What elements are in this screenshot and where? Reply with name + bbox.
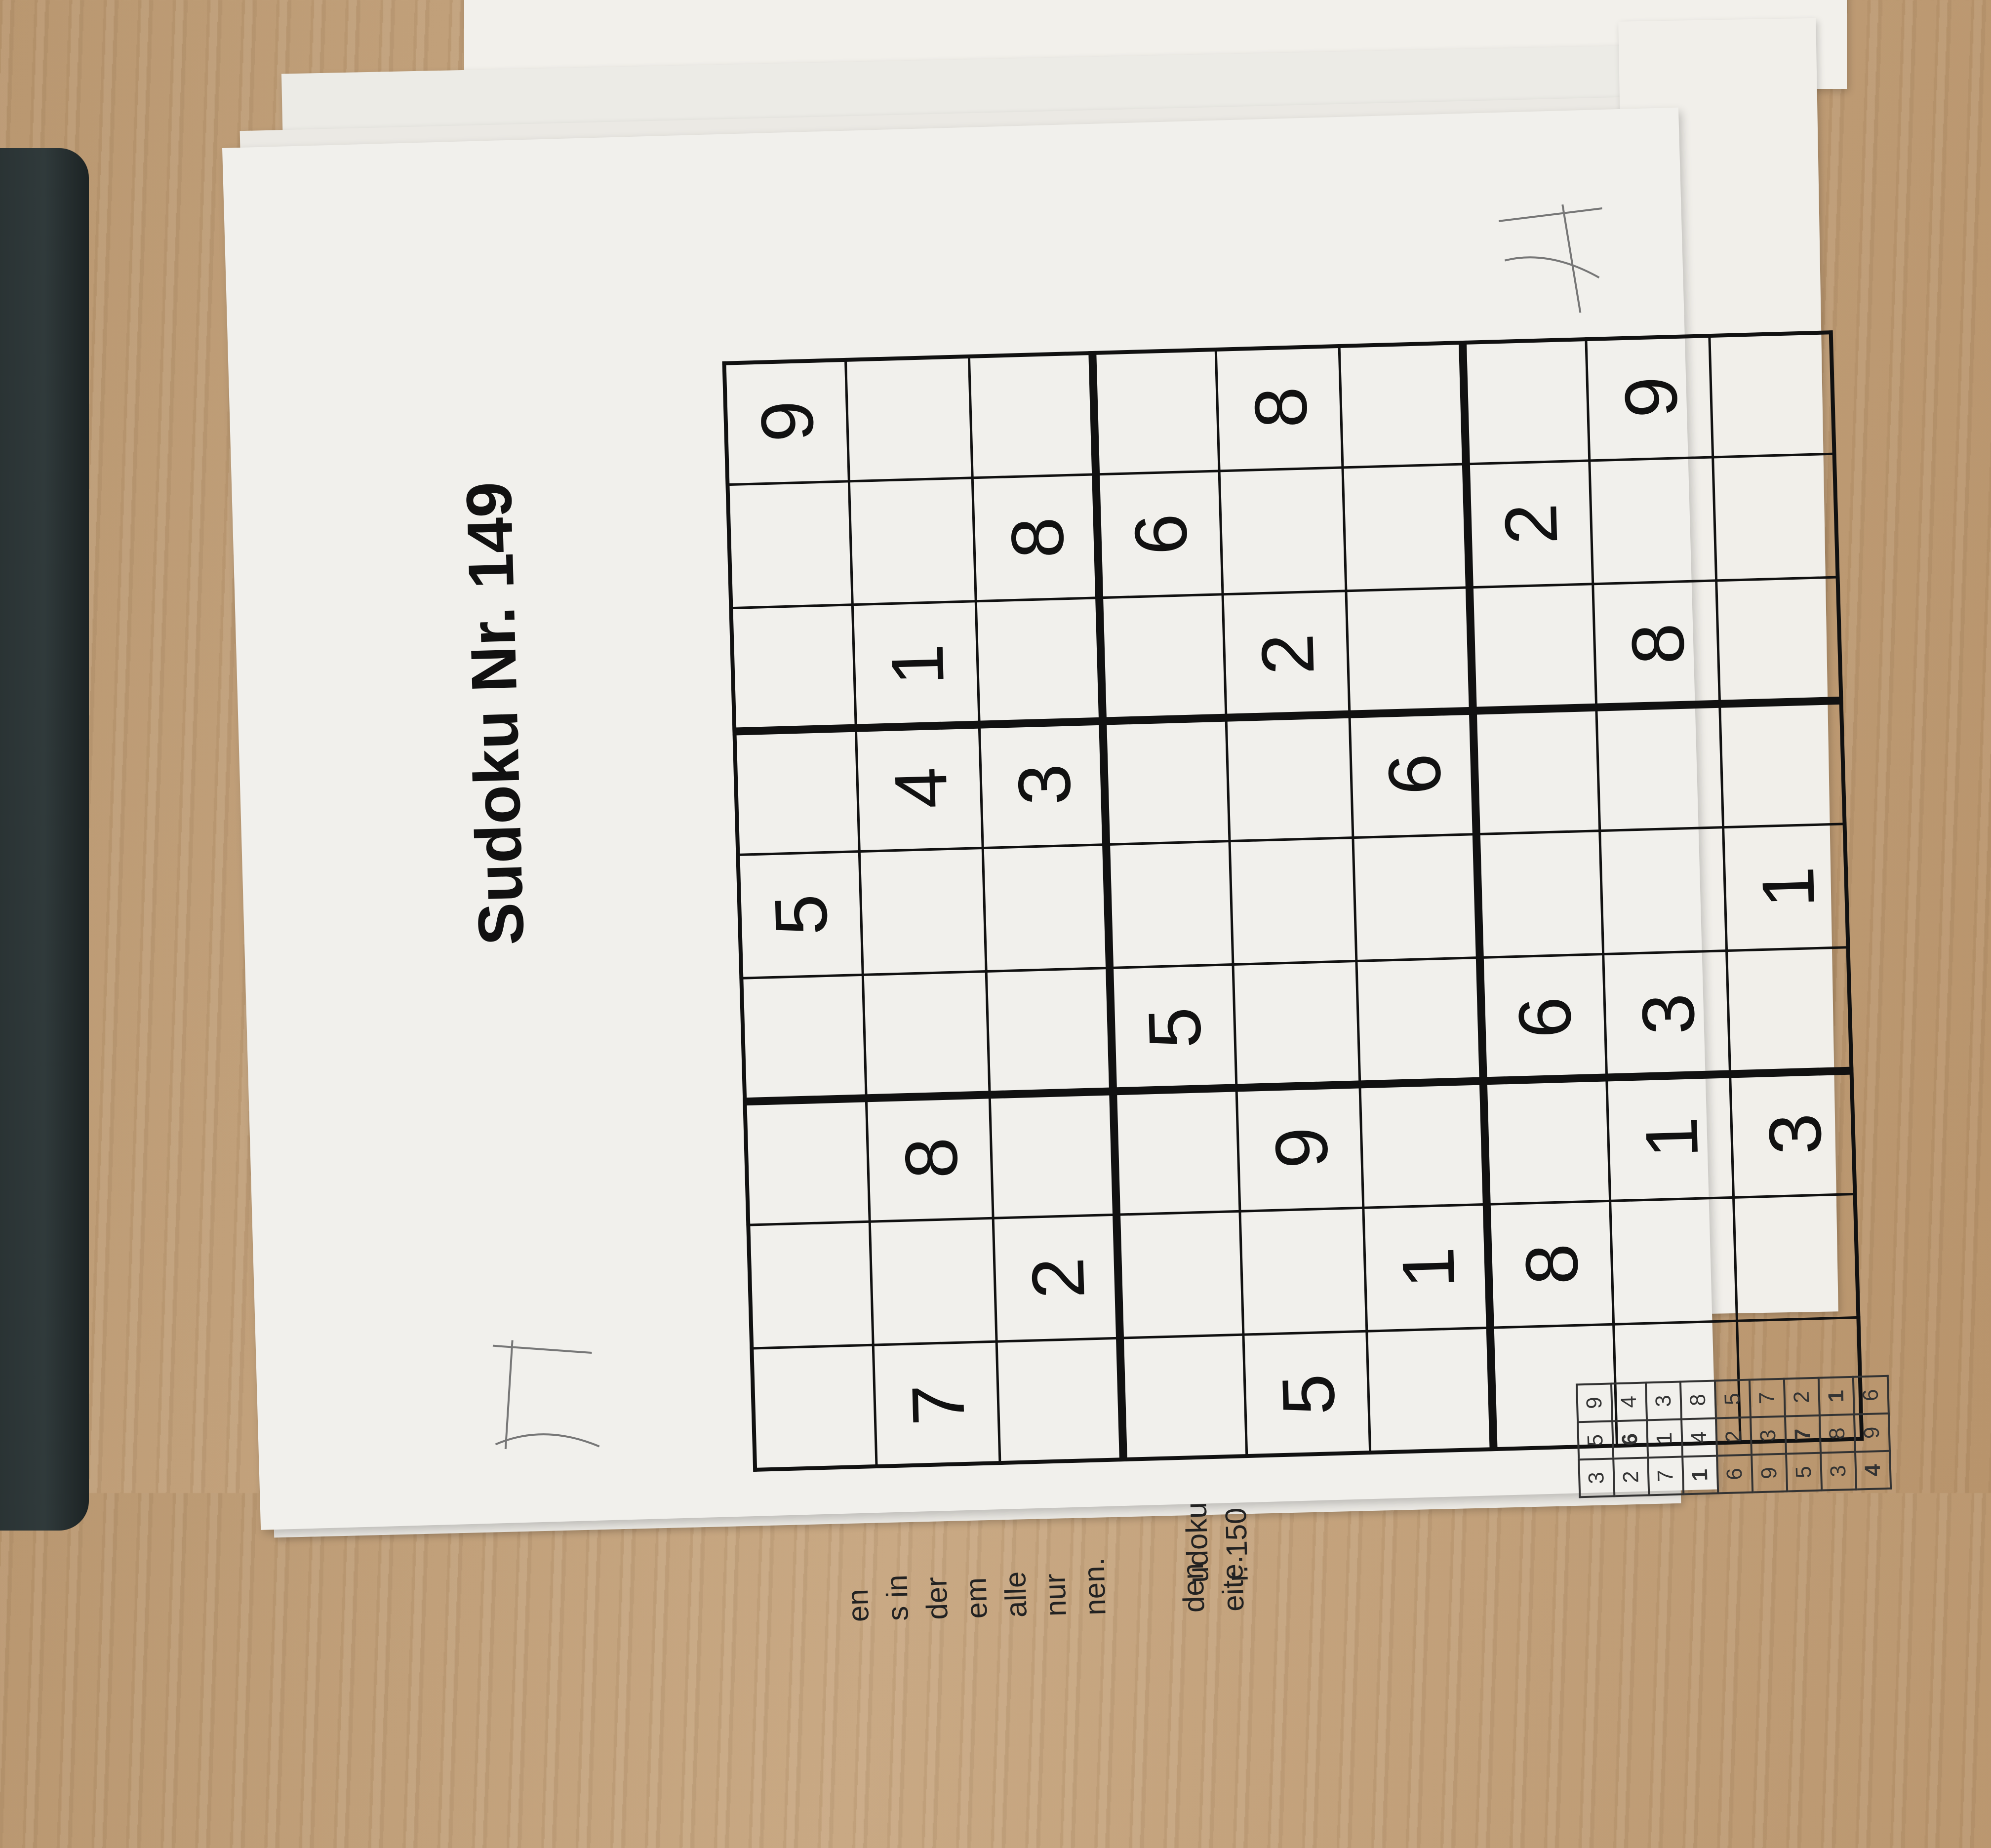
solution-preview-cell: 9 xyxy=(1752,1454,1788,1493)
instruction-fragment: nen. xyxy=(1077,1557,1112,1616)
solution-preview-cell: 1 xyxy=(1818,1376,1854,1415)
sudoku-cell-digit: 3 xyxy=(1002,763,1086,806)
grid-line xyxy=(1214,347,1248,1458)
sudoku-cell-digit: 5 xyxy=(1132,1006,1216,1050)
instruction-fragment: nur xyxy=(1038,1573,1073,1617)
sudoku-cell-digit: 1 xyxy=(1630,1116,1713,1159)
sudoku-cell-digit: 8 xyxy=(889,1137,973,1180)
grid-line xyxy=(746,1192,1857,1226)
sudoku-cell-digit: 2 xyxy=(1489,502,1573,546)
grid-cells: 59784123856592816862138931 xyxy=(745,375,1837,1426)
solution-preview-cell: 2 xyxy=(1613,1457,1649,1496)
solution-preview-cell: 4 xyxy=(1855,1451,1891,1490)
solution-preview-cell: 1 xyxy=(1647,1419,1683,1458)
grid-line xyxy=(722,330,1833,365)
solution-preview-cell: 2 xyxy=(1784,1377,1820,1416)
solution-preview-cell: 7 xyxy=(1749,1378,1785,1417)
sudoku-cell-digit: 5 xyxy=(1266,1373,1350,1416)
pencil-corner-mark xyxy=(1498,204,1602,313)
solution-preview-row: 264 xyxy=(1611,1382,1649,1496)
sudoku-cell-digit: 8 xyxy=(1510,1243,1593,1286)
solution-preview-row: 381 xyxy=(1818,1376,1857,1491)
instruction-fragment: en xyxy=(841,1588,875,1623)
solution-preview-cell: 5 xyxy=(1578,1421,1614,1460)
solution-preview-row: 713 xyxy=(1645,1381,1684,1495)
sudoku-cell-digit: 6 xyxy=(1372,752,1456,796)
grid-line xyxy=(736,823,1847,857)
sudoku-cell-digit: 4 xyxy=(879,766,963,810)
grid-line xyxy=(750,1316,1861,1350)
sudoku-cell-digit: 2 xyxy=(1245,632,1329,676)
solution-preview-cell: 9 xyxy=(1576,1383,1613,1422)
solution-preview-cell: 3 xyxy=(1750,1416,1787,1455)
sudoku-page: Sudoku Nr. 149 5978412385659281686213893… xyxy=(222,107,1891,1622)
grid-line xyxy=(743,1066,1854,1106)
solution-preview-row: 572 xyxy=(1784,1377,1822,1492)
solution-preview-row: 359 xyxy=(1576,1383,1615,1497)
sudoku-cell-digit: 3 xyxy=(1626,992,1710,1036)
solution-preview-cell: 4 xyxy=(1681,1418,1717,1457)
solution-caption: r. 150 xyxy=(1219,1507,1254,1582)
solution-preview-cell: 6 xyxy=(1853,1376,1889,1415)
title-container: Sudoku Nr. 149 xyxy=(416,0,537,946)
solution-preview-cell: 8 xyxy=(1819,1414,1856,1453)
sudoku-cell-digit: 8 xyxy=(1616,622,1700,666)
pencil-corner-mark xyxy=(492,1340,600,1450)
solution-preview-table: 359264713148625937572381496 xyxy=(1576,1375,1892,1498)
solution-preview-cell: 5 xyxy=(1714,1379,1751,1418)
grid-line xyxy=(729,576,1840,610)
sudoku-cell-digit: 9 xyxy=(1259,1126,1343,1170)
grid-line xyxy=(1829,330,1864,1441)
solution-preview-row: 625 xyxy=(1714,1379,1753,1494)
sudoku-cell-digit: 7 xyxy=(896,1383,980,1426)
page-title: Sudoku Nr. 149 xyxy=(452,480,538,946)
sudoku-cell-digit: 6 xyxy=(1118,512,1202,556)
solution-preview-cell: 2 xyxy=(1716,1417,1752,1456)
sudoku-cell-digit: 9 xyxy=(745,399,829,443)
sudoku-cell-digit: 8 xyxy=(996,516,1079,559)
solution-preview-cell: 6 xyxy=(1612,1420,1648,1459)
sudoku-cell-digit: 1 xyxy=(1386,1246,1470,1290)
sudoku-cell-digit: 1 xyxy=(1746,865,1830,909)
sudoku-cell-digit: 3 xyxy=(1753,1112,1837,1156)
grid-line xyxy=(722,361,757,1472)
solution-preview-row: 496 xyxy=(1853,1376,1891,1490)
sudoku-cell-digit: 9 xyxy=(1609,375,1693,419)
solution-preview-cell: 8 xyxy=(1680,1380,1716,1419)
sudoku-cell-digit: 8 xyxy=(1238,386,1322,429)
instruction-fragment: s in xyxy=(880,1574,915,1621)
solution-preview-cell: 1 xyxy=(1682,1455,1718,1494)
grid-line xyxy=(732,696,1843,736)
instructions-text: en s in der em alle nur nen. den eite. xyxy=(840,1555,1250,1623)
grid-line xyxy=(739,946,1850,980)
solution-preview-cell: 6 xyxy=(1717,1455,1753,1494)
grid-line xyxy=(1708,333,1742,1445)
instruction-fragment: alle xyxy=(998,1571,1033,1618)
solution-preview-cell: 5 xyxy=(1786,1453,1822,1492)
solution-caption: udoku xyxy=(1179,1501,1215,1583)
instruction-fragment: der xyxy=(919,1576,954,1620)
grid-line xyxy=(1338,344,1372,1455)
solution-preview-row: 937 xyxy=(1749,1378,1788,1493)
solution-preview-cell: 3 xyxy=(1579,1458,1615,1497)
solution-preview-cell: 3 xyxy=(1821,1452,1857,1491)
solution-preview-grid: 359264713148625937572381496 xyxy=(1576,1376,1891,1811)
solution-preview-cell: 7 xyxy=(1648,1456,1684,1495)
sudoku-grid-container: 59784123856592816862138931 xyxy=(722,330,1864,1472)
solution-preview-cell: 9 xyxy=(1854,1413,1890,1452)
solution-preview-cell: 7 xyxy=(1785,1415,1821,1454)
sudoku-cell-digit: 1 xyxy=(876,643,959,686)
keyboard xyxy=(0,148,89,1531)
solution-preview-cell: 3 xyxy=(1645,1381,1682,1420)
grid-line xyxy=(844,357,878,1469)
grid-line xyxy=(725,452,1836,486)
solution-preview-cell: 4 xyxy=(1611,1382,1647,1421)
instruction-fragment: em xyxy=(959,1577,994,1619)
solution-preview-row: 148 xyxy=(1680,1380,1718,1494)
sudoku-cell-digit: 5 xyxy=(759,893,843,937)
sudoku-grid: 59784123856592816862138931 xyxy=(722,330,1864,1472)
sudoku-cell-digit: 2 xyxy=(1016,1257,1100,1300)
grid-lines xyxy=(722,330,1864,1472)
sudoku-cell-digit: 6 xyxy=(1503,996,1587,1039)
